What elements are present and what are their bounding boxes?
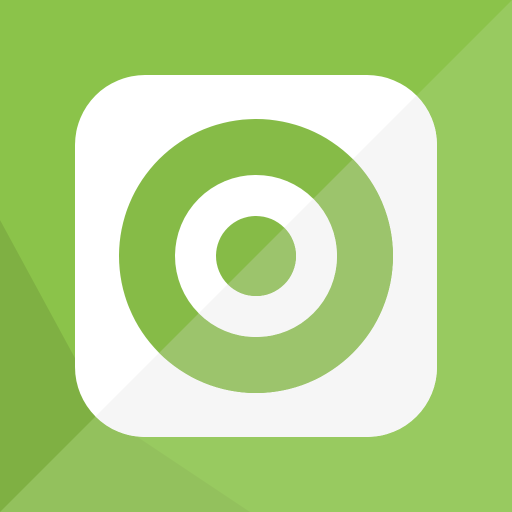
app-icon [0, 0, 512, 512]
target-icon [0, 0, 512, 512]
